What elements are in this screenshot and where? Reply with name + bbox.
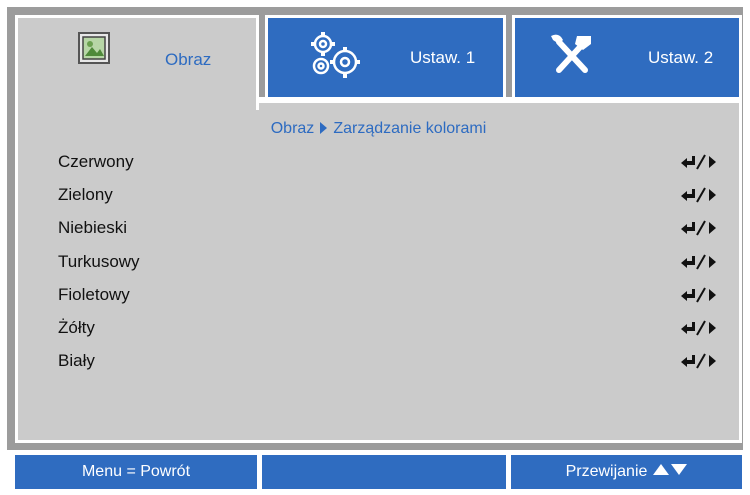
breadcrumb: Obraz Zarządzanie kolorami bbox=[18, 120, 739, 138]
enter-right-icon bbox=[681, 353, 716, 369]
enter-right-icon bbox=[681, 320, 716, 336]
menu-item-czerwony[interactable]: Czerwony bbox=[58, 151, 719, 183]
tab-ustaw-2[interactable]: Ustaw. 2 bbox=[512, 15, 742, 101]
scroll-hint-label: Przewijanie bbox=[565, 463, 648, 480]
enter-right-icon bbox=[681, 220, 716, 236]
tools-icon bbox=[547, 30, 597, 85]
menu-item-zolty[interactable]: Żółty bbox=[58, 317, 719, 349]
enter-right-icon bbox=[681, 287, 716, 303]
scroll-hint: Przewijanie bbox=[511, 455, 742, 489]
menu-item-label: Turkusowy bbox=[58, 252, 140, 271]
menu-item-label: Fioletowy bbox=[58, 285, 130, 304]
menu-item-label: Zielony bbox=[58, 185, 113, 204]
arrow-up-icon bbox=[653, 464, 670, 475]
tab-label: Ustaw. 1 bbox=[410, 48, 476, 67]
menu-item-bialy[interactable]: Biały bbox=[58, 350, 719, 382]
tab-label: Ustaw. 2 bbox=[648, 48, 714, 67]
picture-icon bbox=[78, 32, 110, 69]
breadcrumb-parent: Obraz bbox=[270, 120, 315, 137]
tab-ustaw-1[interactable]: Ustaw. 1 bbox=[265, 15, 506, 101]
enter-right-icon bbox=[681, 187, 716, 203]
menu-item-turkusowy[interactable]: Turkusowy bbox=[58, 251, 719, 283]
menu-item-label: Niebieski bbox=[58, 218, 127, 237]
enter-right-icon bbox=[681, 154, 716, 170]
menu-item-zielony[interactable]: Zielony bbox=[58, 184, 719, 216]
gears-icon bbox=[308, 32, 364, 87]
menu-panel: Obraz Zarządzanie kolorami Czerwony Zielo… bbox=[15, 100, 742, 443]
breadcrumb-current: Zarządzanie kolorami bbox=[333, 120, 487, 137]
menu-item-label: Żółty bbox=[58, 318, 95, 337]
back-hint: Menu = Powrót bbox=[15, 455, 257, 489]
footer-middle bbox=[262, 455, 506, 489]
menu-item-label: Czerwony bbox=[58, 152, 134, 171]
chevron-right-icon bbox=[320, 122, 328, 134]
arrow-down-icon bbox=[671, 464, 688, 475]
tab-obraz[interactable]: Obraz bbox=[15, 15, 259, 110]
footer-bar: Menu = Powrót Przewijanie bbox=[15, 455, 742, 489]
tab-label: Obraz bbox=[165, 50, 212, 69]
menu-item-niebieski[interactable]: Niebieski bbox=[58, 217, 719, 249]
menu-item-fioletowy[interactable]: Fioletowy bbox=[58, 284, 719, 316]
menu-item-label: Biały bbox=[58, 351, 95, 370]
enter-right-icon bbox=[681, 254, 716, 270]
